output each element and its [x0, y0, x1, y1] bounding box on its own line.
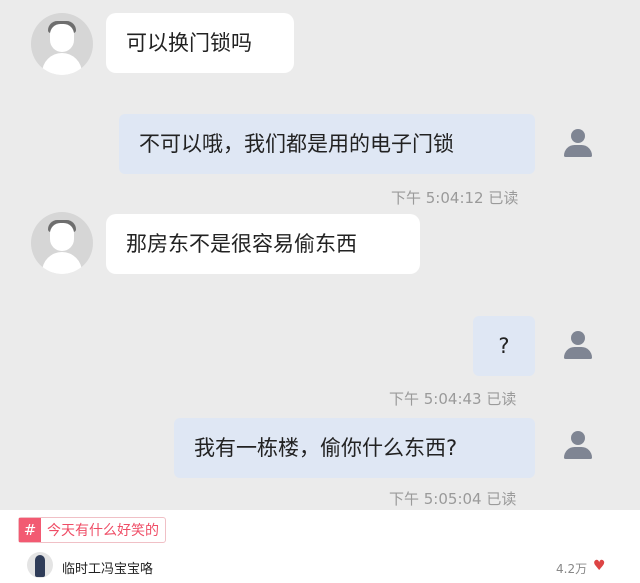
message-timestamp: 下午 5:05:04 已读: [389, 490, 517, 508]
message-bubble[interactable]: ?: [473, 316, 535, 376]
message-bubble[interactable]: 我有一栋楼，偷你什么东西?: [174, 418, 535, 478]
username[interactable]: 临时工冯宝宝咯: [62, 558, 153, 577]
message-timestamp: 下午 5:04:12 已读: [391, 189, 519, 207]
topic-tag-label: 今天有什么好笑的: [47, 523, 159, 539]
avatar[interactable]: [27, 552, 53, 578]
message-text: ?: [498, 334, 510, 358]
user-icon[interactable]: [561, 127, 595, 161]
message-bubble[interactable]: 不可以哦，我们都是用的电子门锁: [119, 114, 535, 174]
message-timestamp: 下午 5:04:43 已读: [389, 390, 517, 408]
message-text: 那房东不是很容易偷东西: [126, 232, 357, 256]
chat-area: 可以换门锁吗 不可以哦，我们都是用的电子门锁 下午 5:04:12 已读 那房东…: [0, 0, 640, 510]
message-bubble[interactable]: 那房东不是很容易偷东西: [106, 214, 420, 274]
contact-avatar[interactable]: [31, 212, 93, 274]
user-icon[interactable]: [561, 329, 595, 363]
message-text: 不可以哦，我们都是用的电子门锁: [139, 132, 454, 156]
message-bubble[interactable]: 可以换门锁吗: [106, 13, 294, 73]
message-text: 可以换门锁吗: [126, 31, 252, 55]
user-icon[interactable]: [561, 429, 595, 463]
like-count: 4.2万: [556, 562, 588, 576]
post-footer: # 今天有什么好笑的 临时工冯宝宝咯 4.2万 ♥: [0, 510, 640, 583]
message-text: 我有一栋楼，偷你什么东西?: [194, 436, 458, 460]
heart-icon[interactable]: ♥: [593, 558, 606, 574]
topic-tag[interactable]: # 今天有什么好笑的: [18, 517, 166, 543]
contact-avatar[interactable]: [31, 13, 93, 75]
hash-icon: #: [19, 518, 41, 542]
